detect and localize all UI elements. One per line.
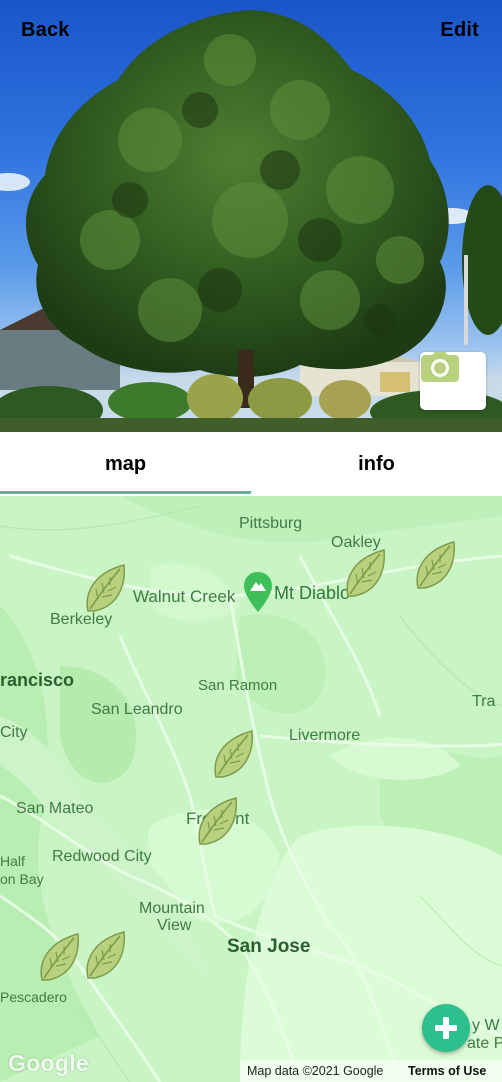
leaf-icon[interactable] xyxy=(84,930,128,982)
place-label: Pittsburg xyxy=(239,515,303,532)
place-label: rancisco xyxy=(0,670,75,690)
place-label: San Leandro xyxy=(91,701,183,718)
mountain-pin-icon[interactable] xyxy=(244,572,272,612)
leaf-icon[interactable] xyxy=(38,932,82,984)
back-button[interactable]: Back xyxy=(21,19,70,42)
plus-icon xyxy=(435,1017,457,1039)
tree-photo: Back Edit xyxy=(0,0,502,432)
place-label: Walnut Creek xyxy=(133,587,236,606)
place-label: San Mateo xyxy=(16,800,94,817)
place-label: Livermore xyxy=(289,727,361,744)
leaf-icon[interactable] xyxy=(212,729,256,781)
camera-button[interactable] xyxy=(420,352,486,410)
place-label: Redwood City xyxy=(52,848,152,865)
edit-button[interactable]: Edit xyxy=(440,19,479,42)
place-label: View xyxy=(157,917,192,934)
place-label: y W xyxy=(472,1017,500,1034)
map-data-attribution: Map data ©2021 Google xyxy=(247,1064,384,1078)
leaf-icon[interactable] xyxy=(196,796,240,848)
place-label: Tra xyxy=(472,693,496,710)
place-label: on Bay xyxy=(0,871,44,887)
place-label: San Ramon xyxy=(198,677,278,694)
leaf-icon[interactable] xyxy=(414,540,458,592)
place-label: Half xyxy=(0,853,25,869)
place-label: ate P xyxy=(467,1035,502,1052)
place-label: San Jose xyxy=(227,936,311,957)
leaf-icon[interactable] xyxy=(344,548,388,600)
add-tree-button[interactable] xyxy=(422,1004,470,1052)
tab-map[interactable]: map xyxy=(0,432,251,496)
place-label: Pescadero xyxy=(0,989,67,1005)
tab-info[interactable]: info xyxy=(251,432,502,496)
camera-icon xyxy=(421,352,459,382)
google-logo: Google xyxy=(8,1050,90,1076)
place-label: Mountain xyxy=(139,900,205,917)
place-label: City xyxy=(0,724,28,741)
terms-of-use-link[interactable]: Terms of Use xyxy=(408,1064,486,1078)
tab-bar: map info xyxy=(0,432,502,496)
leaf-icon[interactable] xyxy=(84,563,128,615)
place-label: Mt Diablo xyxy=(274,583,351,603)
